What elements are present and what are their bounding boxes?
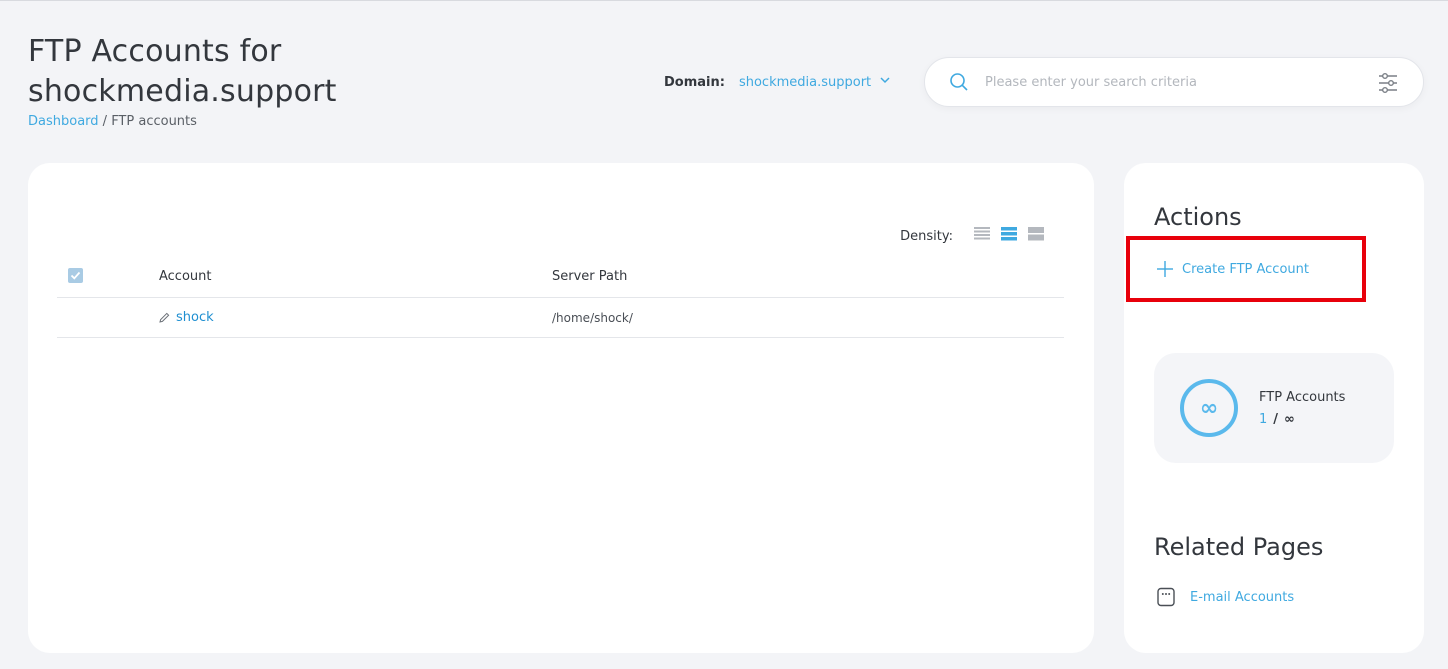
column-header-server-path[interactable]: Server Path [552,269,627,284]
top-divider [0,0,1448,1]
create-ftp-account-button[interactable]: Create FTP Account [1126,236,1366,302]
ftp-accounts-usage-card: ∞ FTP Accounts 1 / ∞ [1154,353,1394,463]
density-compact-icon[interactable] [974,226,990,246]
breadcrumb-current: FTP accounts [111,114,197,129]
usage-separator: / [1273,412,1279,427]
table-row: shock /home/shock/ [57,298,1064,338]
related-link-email-accounts[interactable]: E-mail Accounts [1156,587,1294,607]
density-selector: Density: [900,226,1044,246]
breadcrumb: Dashboard / FTP accounts [28,114,197,129]
breadcrumb-separator: / [98,114,112,129]
account-link[interactable]: shock [159,310,214,325]
account-name[interactable]: shock [176,310,214,325]
sidebar-panel: Actions Create FTP Account ∞ FTP Account… [1124,163,1424,653]
ftp-accounts-panel: Density: Account Server Path shock /home… [28,163,1094,653]
related-link-label[interactable]: E-mail Accounts [1190,590,1294,605]
usage-value: 1 / ∞ [1259,412,1295,427]
related-pages-heading: Related Pages [1154,533,1324,561]
table-header: Account Server Path [57,255,1064,298]
ftp-accounts-table: Account Server Path shock /home/shock/ [57,255,1064,338]
usage-max: ∞ [1284,412,1295,427]
search-bar [924,57,1424,107]
domain-selector[interactable]: Domain: shockmedia.support [664,74,891,90]
column-header-account[interactable]: Account [159,269,212,284]
search-input[interactable] [985,70,1365,94]
server-path-value: /home/shock/ [552,311,633,325]
density-label: Density: [900,228,953,244]
actions-heading: Actions [1154,203,1242,231]
chevron-down-icon[interactable] [879,74,891,90]
domain-label: Domain: [664,74,725,90]
usage-used: 1 [1259,412,1268,427]
email-accounts-icon [1157,587,1175,607]
density-comfortable-icon[interactable] [1028,226,1044,246]
infinity-ring-icon: ∞ [1180,379,1238,437]
usage-label: FTP Accounts [1259,390,1346,405]
breadcrumb-dashboard-link[interactable]: Dashboard [28,114,99,129]
create-ftp-account-label: Create FTP Account [1182,261,1309,277]
page-title: FTP Accounts for shockmedia.support [28,34,337,109]
plus-icon [1157,261,1173,277]
domain-value[interactable]: shockmedia.support [739,75,871,90]
filter-sliders-icon[interactable] [1377,72,1399,98]
search-icon[interactable] [949,72,969,96]
density-standard-icon[interactable] [1001,226,1017,246]
select-all-checkbox[interactable] [68,268,83,287]
pencil-icon [159,312,170,323]
